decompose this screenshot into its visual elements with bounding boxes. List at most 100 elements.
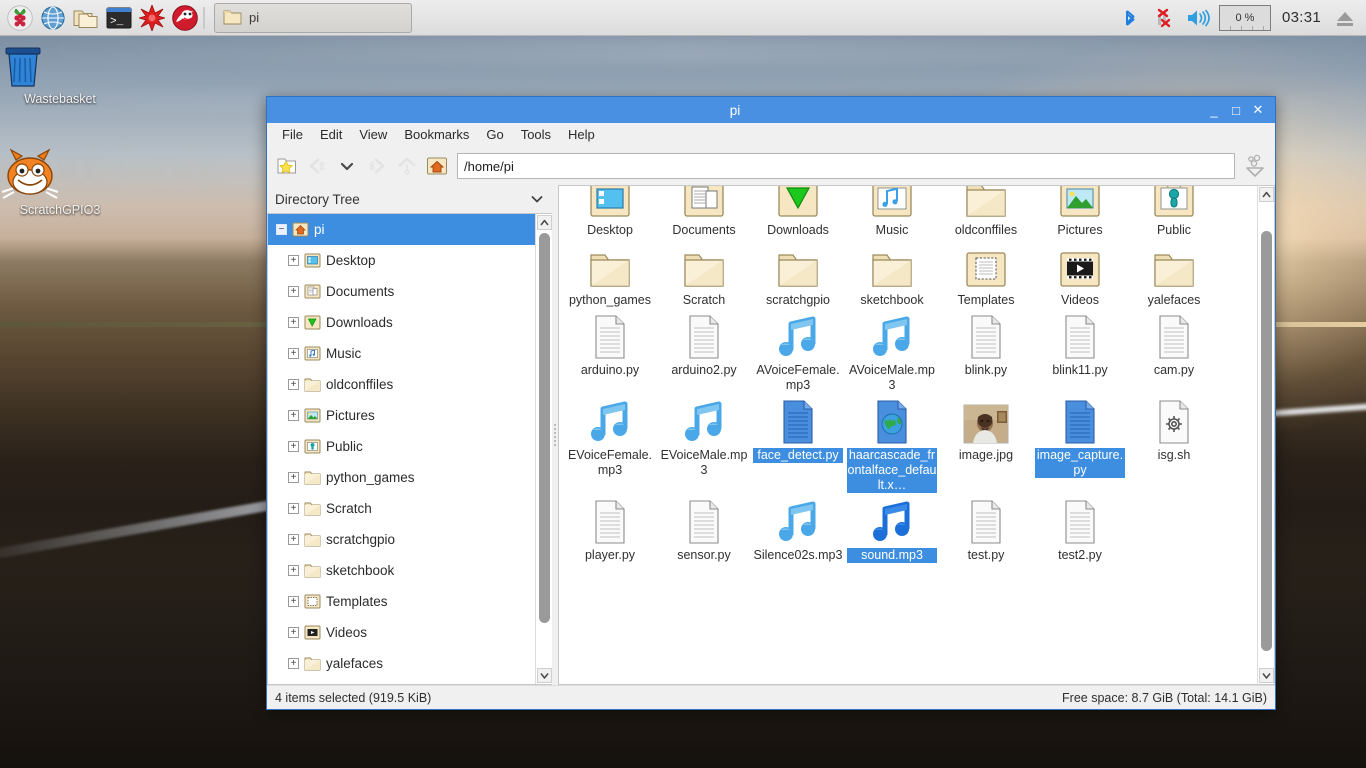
expand-toggle[interactable]: + [288,627,299,638]
scroll-thumb[interactable] [1260,231,1272,651]
file-item[interactable]: Scratch [657,238,751,308]
expand-toggle[interactable]: + [288,441,299,452]
scroll-track[interactable] [536,231,553,667]
expand-toggle[interactable]: + [288,255,299,266]
tree-item-scratch[interactable]: + Scratch [268,493,535,524]
scroll-up-button[interactable] [536,215,552,230]
maximize-button[interactable]: □ [1225,98,1247,122]
file-item[interactable]: yalefaces [1127,238,1221,308]
path-input[interactable]: /home/pi [457,153,1235,179]
file-item[interactable]: python_games [563,238,657,308]
file-item[interactable]: isg.sh [1127,393,1221,493]
menu-tools[interactable]: Tools [513,124,559,145]
eject-icon[interactable] [1328,2,1362,34]
menu-file[interactable]: File [274,124,311,145]
expand-toggle[interactable]: + [288,379,299,390]
file-item[interactable]: sketchbook [845,238,939,308]
expand-toggle[interactable]: + [288,565,299,576]
file-item-selected[interactable]: haarcascade_frontalface_default.x… [845,393,939,493]
file-item[interactable]: Videos [1033,238,1127,308]
tree-item-python-games[interactable]: + python_games [268,462,535,493]
file-item[interactable]: image.jpg [939,393,1033,493]
terminal-icon[interactable]: >_ [104,3,134,33]
bluetooth-icon[interactable] [1113,2,1147,34]
expand-toggle[interactable]: + [288,410,299,421]
menu-help[interactable]: Help [560,124,603,145]
file-item[interactable]: cam.py [1127,308,1221,393]
file-item-selected[interactable]: image_capture.py [1033,393,1127,493]
expand-toggle[interactable]: + [288,534,299,545]
volume-icon[interactable] [1181,2,1215,34]
fileview-scrollbar[interactable] [1257,186,1274,684]
expand-toggle[interactable]: + [288,348,299,359]
cpu-monitor[interactable]: 0 % [1218,4,1271,31]
file-item[interactable]: EVoiceFemale.mp3 [563,393,657,493]
tree-item-public[interactable]: + Public [268,431,535,462]
new-tab-icon[interactable] [273,152,301,180]
tree-item-videos[interactable]: + Videos [268,617,535,648]
scroll-up-button[interactable] [1258,187,1274,202]
file-item[interactable]: blink.py [939,308,1033,393]
expand-toggle[interactable]: + [288,317,299,328]
file-item[interactable]: test.py [939,493,1033,563]
file-item[interactable]: Templates [939,238,1033,308]
window-titlebar[interactable]: pi _ □ ✕ [267,97,1275,123]
close-button[interactable]: ✕ [1247,98,1269,122]
file-item-selected[interactable]: sound.mp3 [845,493,939,563]
tree-item-pictures[interactable]: + Pictures [268,400,535,431]
file-item[interactable]: EVoiceMale.mp3 [657,393,751,493]
file-item[interactable]: Public [1127,186,1221,238]
web-browser-icon[interactable] [38,3,68,33]
clock[interactable]: 03:31 [1275,9,1328,26]
file-item[interactable]: Desktop [563,186,657,238]
scroll-thumb[interactable] [538,233,550,623]
collapse-toggle[interactable]: − [276,224,287,235]
chevron-down-icon[interactable] [530,192,544,206]
scroll-down-button[interactable] [536,668,552,683]
file-item[interactable]: test2.py [1033,493,1127,563]
back-icon[interactable] [303,152,331,180]
menu-go[interactable]: Go [478,124,511,145]
home-icon[interactable] [423,152,451,180]
go-up-icon[interactable] [393,152,421,180]
file-item[interactable]: AVoiceMale.mp3 [845,308,939,393]
tree-item-oldconffiles[interactable]: + oldconffiles [268,369,535,400]
history-dropdown-icon[interactable] [333,152,361,180]
file-item[interactable]: Silence02s.mp3 [751,493,845,563]
tree-item-pi[interactable]: − pi [268,214,535,245]
scroll-down-button[interactable] [1258,668,1274,683]
file-manager-icon[interactable] [71,3,101,33]
menu-bookmarks[interactable]: Bookmarks [396,124,477,145]
tree-item-documents[interactable]: + Documents [268,276,535,307]
expand-toggle[interactable]: + [288,596,299,607]
tree-item-templates[interactable]: + Templates [268,586,535,617]
task-button-pi[interactable]: pi [214,2,412,33]
directory-tree-header[interactable]: Directory Tree [267,185,552,213]
file-view[interactable]: Desktop Documents Downloads Music oldcon… [558,185,1275,685]
raspberry-menu-icon[interactable] [5,3,35,33]
expand-toggle[interactable]: + [288,503,299,514]
wolfram-icon[interactable] [170,3,200,33]
file-item[interactable]: arduino.py [563,308,657,393]
tree-item-downloads[interactable]: + Downloads [268,307,535,338]
tree-item-desktop[interactable]: + Desktop [268,245,535,276]
expand-toggle[interactable]: + [288,658,299,669]
file-item[interactable]: scratchgpio [751,238,845,308]
file-item[interactable]: Downloads [751,186,845,238]
file-item[interactable]: Documents [657,186,751,238]
minimize-button[interactable]: _ [1203,98,1225,122]
file-item[interactable]: sensor.py [657,493,751,563]
file-item[interactable]: Pictures [1033,186,1127,238]
file-grid[interactable]: Desktop Documents Downloads Music oldcon… [559,186,1257,684]
file-item[interactable]: Music [845,186,939,238]
tree-item-sketchbook[interactable]: + sketchbook [268,555,535,586]
forward-icon[interactable] [363,152,391,180]
file-item[interactable]: arduino2.py [657,308,751,393]
tree-item-music[interactable]: + Music [268,338,535,369]
file-item[interactable]: AVoiceFemale.mp3 [751,308,845,393]
sidebar-scrollbar[interactable] [535,214,552,684]
file-item[interactable]: oldconffiles [939,186,1033,238]
menu-view[interactable]: View [351,124,395,145]
network-disconnected-icon[interactable] [1147,2,1181,34]
scroll-track[interactable] [1258,203,1275,667]
